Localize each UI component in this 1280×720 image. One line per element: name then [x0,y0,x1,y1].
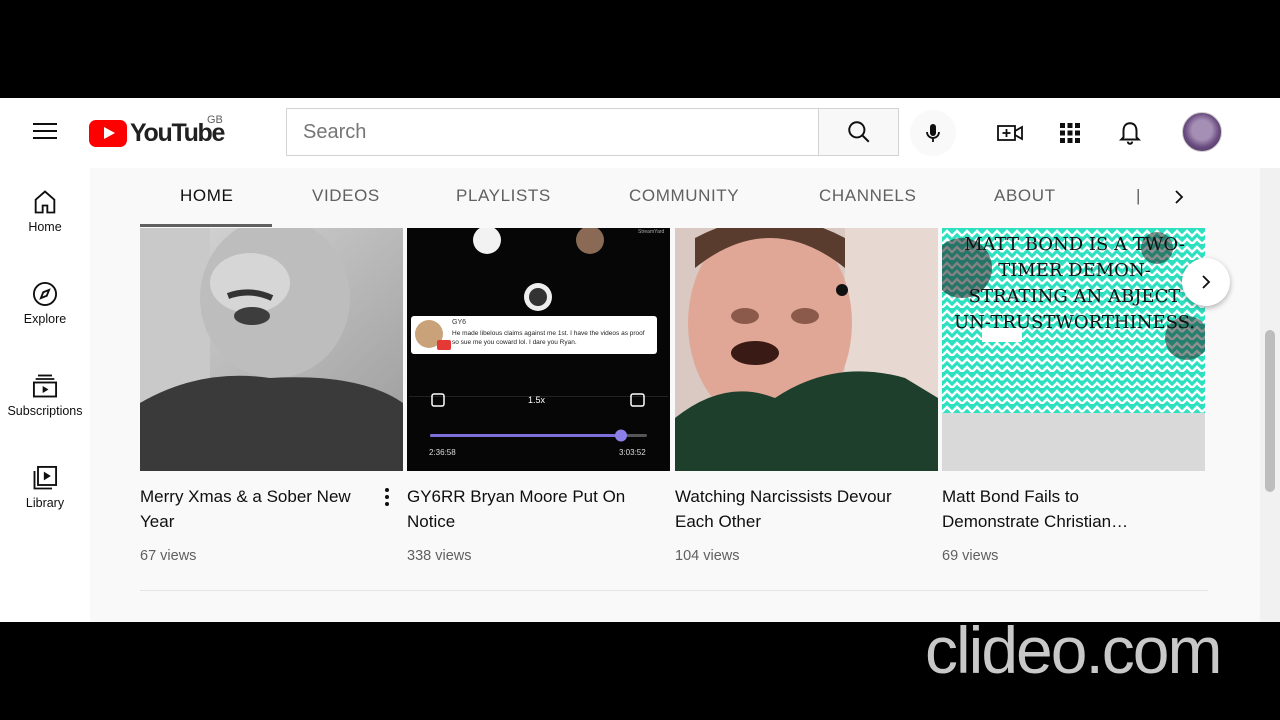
video-title[interactable]: Merry Xmas & a Sober New Year [140,484,360,534]
search-icon [847,121,869,143]
sidebar-item-subscriptions[interactable]: Subscriptions [0,352,90,426]
playback-speed: 1.5x [528,395,546,405]
total-time: 3:03:52 [619,448,646,457]
video-title[interactable]: GY6RR Bryan Moore Put On Notice [407,484,627,534]
microphone-icon [926,124,940,142]
country-code: GB [207,114,223,126]
view-count: 67 views [140,548,197,564]
subscriptions-icon [32,374,58,398]
view-count: 69 views [942,548,999,564]
video-card[interactable]: GY6 He made libelous claims against me 1… [407,228,670,564]
search-input[interactable] [287,109,818,155]
sidebar-item-home[interactable]: Home [0,168,90,242]
shelf-next-button[interactable] [1182,258,1230,306]
tab-search-partial[interactable]: | [1136,186,1140,206]
chevron-right-icon [1202,275,1211,289]
sidebar-item-label: Subscriptions [7,404,83,418]
tab-channels[interactable]: CHANNELS [819,186,916,206]
library-icon [33,465,58,490]
video-card[interactable]: Watching Narcissists Devour Each Other 1… [675,228,938,564]
search-box[interactable] [286,108,818,156]
thumbnail-image [675,228,938,471]
video-thumbnail[interactable]: GY6 He made libelous claims against me 1… [407,228,670,471]
tab-about[interactable]: ABOUT [994,186,1056,206]
thumbnail-image [140,228,403,471]
page-scrollbar[interactable] [1260,168,1280,622]
tab-home[interactable]: HOME [180,186,233,206]
section-divider [140,590,1208,591]
chevron-right-icon [1175,190,1184,204]
video-thumbnail[interactable] [140,228,403,471]
view-count: 104 views [675,548,740,564]
video-title[interactable]: Matt Bond Fails to Demonstrate Christian… [942,484,1162,534]
apps-button[interactable] [1055,118,1085,148]
tab-playlists[interactable]: PLAYLISTS [456,186,551,206]
account-avatar[interactable] [1182,112,1222,152]
channel-content: HOME VIDEOS PLAYLISTS COMMUNITY CHANNELS… [90,168,1260,622]
sidebar-item-label: Explore [23,312,67,326]
top-bar: YouTube GB [0,98,1280,168]
bell-icon [1118,122,1142,145]
more-options-icon[interactable] [382,486,392,510]
sidebar-item-library[interactable]: Library [0,444,90,518]
current-time: 2:36:58 [429,448,456,457]
apps-grid-icon [1060,123,1080,143]
youtube-window: YouTube GB Search Home Explore Subscript… [0,98,1280,622]
create-video-icon [997,125,1023,141]
watermark: clideo.com [925,613,1222,687]
view-count: 338 views [407,548,472,564]
youtube-play-icon [89,119,127,147]
menu-icon[interactable] [28,118,62,148]
tab-videos[interactable]: VIDEOS [312,186,380,206]
compass-icon [32,281,58,307]
video-card[interactable]: MATT BOND IS A TWO-TIMER DEMON-STRATING … [942,228,1205,564]
scrollbar-thumb[interactable] [1265,330,1275,492]
voice-search-button[interactable] [910,110,956,156]
notifications-button[interactable] [1115,118,1145,148]
active-tab-indicator [140,224,272,227]
sidebar: Home Explore Subscriptions Library [0,168,90,622]
youtube-logo[interactable]: YouTube GB [89,114,225,148]
video-title[interactable]: Watching Narcissists Devour Each Other [675,484,895,534]
home-icon [34,190,56,214]
video-card[interactable]: Merry Xmas & a Sober New Year 67 views [140,228,403,564]
channel-tabs: HOME VIDEOS PLAYLISTS COMMUNITY CHANNELS… [90,168,1260,228]
sidebar-item-label: Home [28,220,62,234]
search-button[interactable] [818,108,899,156]
sidebar-item-explore[interactable]: Explore [0,260,90,334]
comment-user: GY6 [452,319,467,326]
tabs-scroll-right-button[interactable] [1166,182,1192,212]
video-thumbnail[interactable] [675,228,938,471]
brand-label: StreamYard [638,229,665,235]
thumbnail-caption: MATT BOND IS A TWO-TIMER DEMON-STRATING … [953,234,1196,333]
thumbnail-image [407,228,670,471]
sidebar-item-label: Library [25,496,65,510]
comment-text: He made libelous claims against me 1st. … [452,330,645,346]
create-video-button[interactable] [995,118,1025,148]
tab-community[interactable]: COMMUNITY [629,186,739,206]
video-thumbnail[interactable]: MATT BOND IS A TWO-TIMER DEMON-STRATING … [942,228,1205,471]
